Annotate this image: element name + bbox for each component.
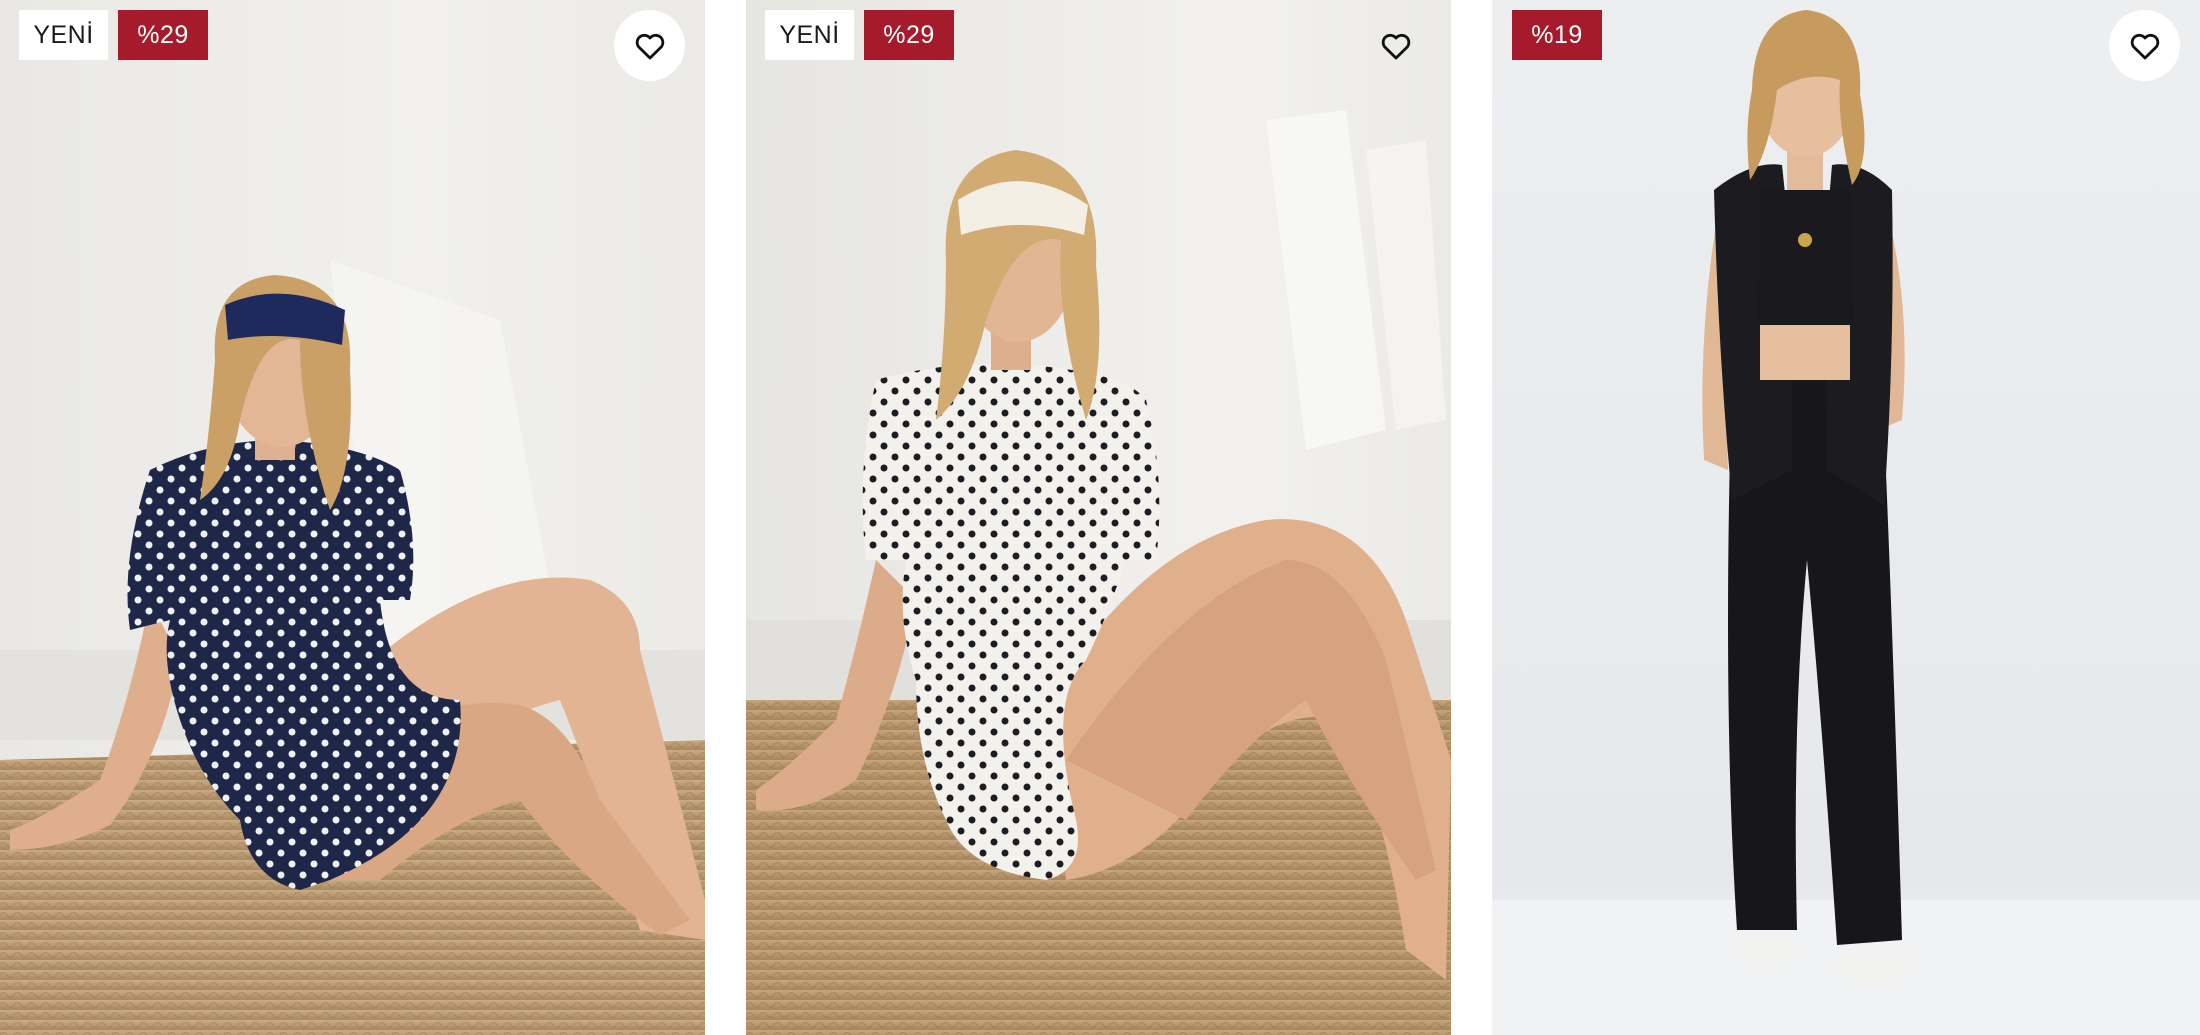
heart-icon bbox=[1381, 33, 1410, 59]
product-card[interactable]: YENİ %29 bbox=[0, 0, 705, 1035]
product-image[interactable] bbox=[1492, 0, 2200, 1035]
product-badges: %19 bbox=[1512, 10, 1602, 60]
add-to-favorites-button[interactable] bbox=[1360, 10, 1431, 81]
discount-badge: %29 bbox=[864, 10, 954, 60]
product-image[interactable] bbox=[0, 0, 705, 1035]
discount-badge: %19 bbox=[1512, 10, 1602, 60]
product-card[interactable]: %19 bbox=[1492, 0, 2200, 1035]
product-badges: YENİ %29 bbox=[765, 10, 954, 60]
new-badge: YENİ bbox=[19, 10, 108, 60]
add-to-favorites-button[interactable] bbox=[614, 10, 685, 81]
product-grid: YENİ %29 YENİ %29 %19 bbox=[0, 0, 2200, 1035]
add-to-favorites-button[interactable] bbox=[2109, 10, 2180, 81]
discount-badge: %29 bbox=[118, 10, 208, 60]
heart-icon bbox=[635, 33, 664, 59]
new-badge: YENİ bbox=[765, 10, 854, 60]
product-image[interactable] bbox=[746, 0, 1451, 1035]
product-card[interactable]: YENİ %29 bbox=[746, 0, 1451, 1035]
heart-icon bbox=[2130, 33, 2159, 59]
product-badges: YENİ %29 bbox=[19, 10, 208, 60]
